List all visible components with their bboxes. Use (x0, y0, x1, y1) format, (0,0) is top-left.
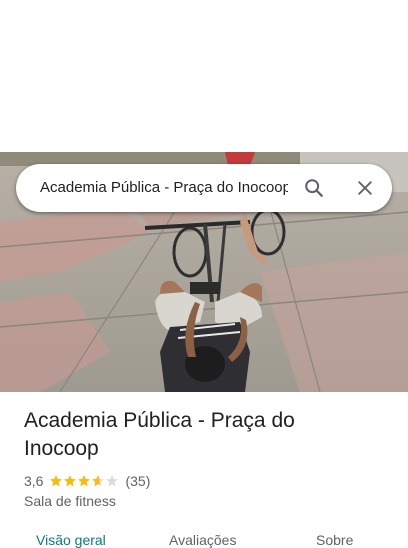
rating-value: 3,6 (24, 473, 44, 489)
tab-about[interactable]: Sobre (316, 532, 353, 548)
rating-row[interactable]: 3,6 (35) (24, 472, 150, 490)
star-icon (78, 475, 91, 487)
star-icon (50, 475, 63, 487)
review-count[interactable]: (35) (125, 473, 150, 489)
search-bar[interactable]: Academia Pública - Praça do Inocoop (16, 164, 392, 212)
place-category[interactable]: Sala de fitness (24, 493, 116, 509)
star-icon (92, 475, 105, 487)
map-blank-area (0, 0, 408, 152)
star-icon (106, 475, 119, 487)
search-button[interactable] (298, 172, 330, 204)
tab-reviews[interactable]: Avaliações (169, 532, 236, 548)
search-input[interactable]: Academia Pública - Praça do Inocoop (40, 164, 288, 212)
clear-search-button[interactable] (349, 172, 381, 204)
close-icon (358, 181, 372, 195)
rating-stars (49, 474, 119, 488)
search-icon (305, 179, 323, 197)
tab-overview[interactable]: Visão geral (36, 532, 106, 548)
star-icon (64, 475, 77, 487)
place-title: Academia Pública - Praça do Inocoop (24, 409, 295, 460)
